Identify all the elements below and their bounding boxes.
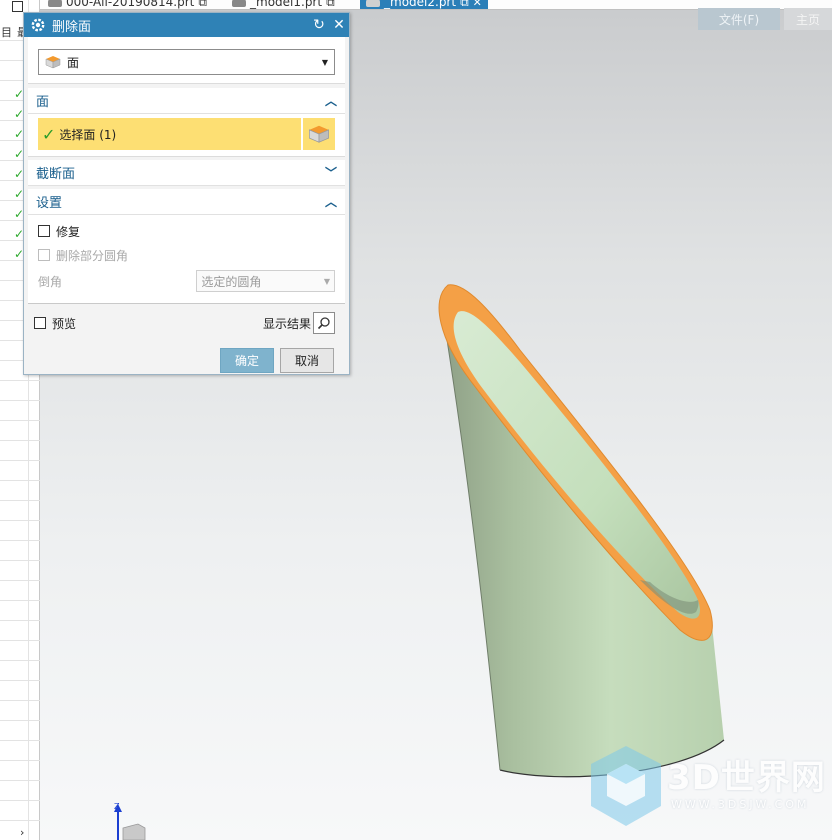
- tab-label: _model2.prt: [384, 0, 457, 9]
- settings-block: 修复 删除部分圆角 倒角 选定的圆角 ▼: [28, 215, 345, 304]
- navigator-row-line: [0, 720, 40, 721]
- navigator-row-line: [0, 800, 40, 801]
- navigator-row-line: [0, 440, 40, 441]
- section-face-label: 截断面: [36, 167, 76, 182]
- face-selector-button[interactable]: [303, 118, 335, 150]
- part-file-icon: [232, 0, 246, 7]
- remove-partial-blend-checkbox: [38, 249, 50, 261]
- navigator-row-line: [0, 520, 40, 521]
- face-group-label: 面: [36, 95, 50, 110]
- repair-checkbox[interactable]: [38, 225, 50, 237]
- preview-checkbox[interactable]: [34, 317, 46, 329]
- tab-label: 000-All-20190814.prt: [66, 0, 195, 9]
- type-row: 面 ▼: [28, 37, 345, 84]
- tab-000-all[interactable]: 000-All-20190814.prt ⧉: [48, 0, 207, 9]
- close-icon[interactable]: ✕: [329, 17, 349, 33]
- navigator-row-line: [0, 540, 40, 541]
- navigator-row-line: [0, 460, 40, 461]
- cancel-button[interactable]: 取消: [280, 348, 334, 373]
- reset-icon[interactable]: ↻: [309, 17, 329, 33]
- show-result-label: 显示结果: [262, 316, 311, 331]
- watermark-url: WWW.3DSJW.COM: [671, 798, 810, 811]
- part-file-icon: [48, 0, 62, 7]
- navigator-row-line: [0, 620, 40, 621]
- face-cube-icon: [309, 125, 329, 143]
- check-icon: ✓: [42, 124, 56, 144]
- navigator-row-line: [0, 700, 40, 701]
- popout-icon[interactable]: ⧉: [198, 0, 207, 9]
- dialog-title-bar[interactable]: 删除面 ↻ ✕: [24, 13, 349, 37]
- popout-icon[interactable]: ⧉: [460, 0, 469, 9]
- popout-icon[interactable]: ⧉: [326, 0, 335, 9]
- chevron-up-icon: ︿: [324, 195, 337, 209]
- section-face-group-header[interactable]: 截断面 ﹀: [28, 160, 345, 186]
- navigator-row-line: [0, 680, 40, 681]
- navigator-row-line: [0, 660, 40, 661]
- repair-label: 修复: [56, 224, 81, 239]
- type-value: 面: [67, 55, 80, 70]
- gear-icon: [31, 18, 45, 32]
- watermark-brand: 3D世界网: [667, 758, 826, 798]
- navigator-row-line: [0, 780, 40, 781]
- watermark-cube-logo: [591, 746, 661, 826]
- remove-partial-blend-label: 删除部分圆角: [56, 248, 129, 263]
- tab-label: _model1.prt: [250, 0, 323, 9]
- tab-model2[interactable]: _model2.prt ⧉ ✕: [360, 0, 488, 9]
- tab-model1[interactable]: _model1.prt ⧉: [232, 0, 335, 9]
- navigator-row-line: [0, 580, 40, 581]
- navigator-char-1: 目: [1, 26, 12, 39]
- part-file-icon: [366, 0, 380, 7]
- chamfer-row: 倒角 选定的圆角 ▼: [38, 267, 335, 295]
- navigator-row-line: [0, 820, 40, 821]
- navigator-row-line: [0, 480, 40, 481]
- select-face-field[interactable]: ✓ 选择面 (1): [38, 118, 301, 150]
- navigator-row-line: [0, 740, 40, 741]
- chevron-down-icon: ﹀: [324, 166, 337, 180]
- dialog-title: 删除面: [52, 19, 92, 35]
- watermark: 3D世界网 WWW.3DSJW.COM: [585, 742, 832, 832]
- chamfer-value: 选定的圆角: [201, 274, 262, 289]
- show-result-button[interactable]: [313, 312, 335, 334]
- file-menu[interactable]: 文件(F): [698, 8, 780, 30]
- navigator-row-line: [0, 560, 40, 561]
- navigator-checkbox[interactable]: [12, 1, 23, 12]
- navigator-row-line: [0, 420, 40, 421]
- dialog-footer: 预览 显示结果 确定 取消: [24, 304, 349, 373]
- face-group-header[interactable]: 面 ︿: [28, 88, 345, 114]
- chevron-up-icon: ︿: [324, 94, 337, 108]
- chevron-down-icon: ▼: [323, 276, 330, 286]
- delete-face-dialog: 删除面 ↻ ✕ 面 ▼ 面 ︿ ✓ 选择面 (1) 截断面 ﹀ 设置 ︿ 修复 …: [23, 12, 350, 375]
- repair-option[interactable]: 修复: [38, 219, 335, 243]
- face-cube-icon: [45, 56, 61, 69]
- view-triad[interactable]: Z: [90, 800, 160, 840]
- navigator-row-line: [0, 400, 40, 401]
- settings-group-header[interactable]: 设置 ︿: [28, 189, 345, 215]
- chamfer-dropdown: 选定的圆角 ▼: [196, 270, 335, 292]
- settings-label: 设置: [36, 196, 63, 211]
- type-dropdown[interactable]: 面 ▼: [38, 49, 335, 75]
- preview-label: 预览: [52, 316, 77, 331]
- close-icon[interactable]: ✕: [473, 0, 482, 9]
- ok-button[interactable]: 确定: [220, 348, 274, 373]
- navigator-row-line: [0, 640, 40, 641]
- select-face-label: 选择面 (1): [59, 127, 117, 142]
- chamfer-label: 倒角: [38, 274, 63, 289]
- navigator-row-line: [0, 600, 40, 601]
- triad-z-label: Z: [114, 802, 120, 811]
- tab-home[interactable]: 主页: [784, 8, 832, 30]
- navigator-row-line: [0, 760, 40, 761]
- navigator-row-line: [0, 380, 40, 381]
- chevron-down-icon: ▼: [321, 57, 328, 67]
- navigator-row-line: [0, 500, 40, 501]
- navigator-scroll-arrow[interactable]: ›: [20, 826, 24, 839]
- select-face-block: ✓ 选择面 (1): [28, 114, 345, 157]
- magnifier-icon: [317, 317, 330, 330]
- remove-partial-blend-option: 删除部分圆角: [38, 243, 335, 267]
